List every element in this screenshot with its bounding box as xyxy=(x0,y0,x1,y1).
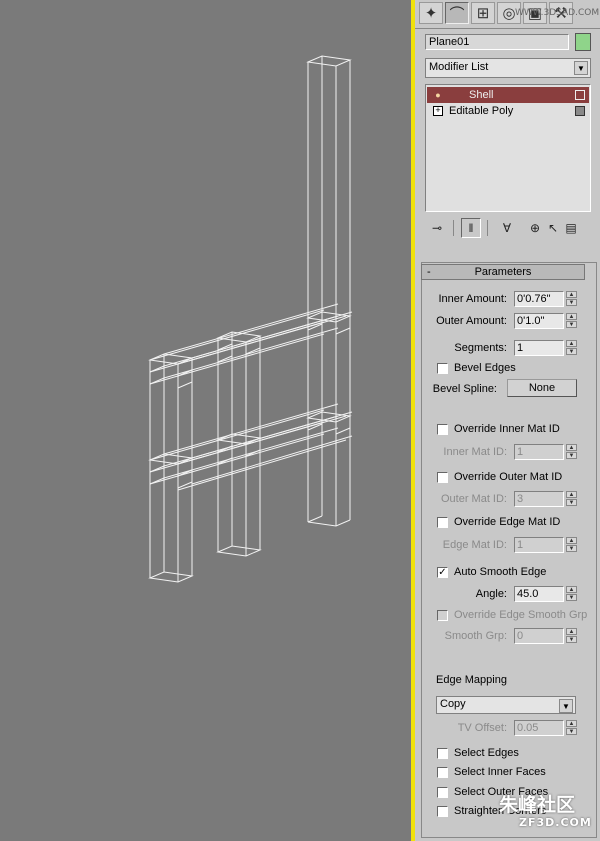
edge-mapping-dropdown[interactable]: Copy ▼ xyxy=(436,696,576,714)
chevron-down-icon: ▼ xyxy=(574,61,588,75)
edge-mat-id-label: Edge Mat ID: xyxy=(442,539,507,551)
segments-spinner[interactable]: 1 xyxy=(514,340,564,356)
create-tab-icon[interactable]: ✦ xyxy=(419,2,443,24)
stack-item-editable-poly[interactable]: + Editable Poly xyxy=(427,103,589,119)
object-name-field[interactable]: Plane01 xyxy=(425,34,569,50)
inner-mat-id-arrows[interactable]: ▲ ▼ xyxy=(566,444,577,460)
modifier-list-label: Modifier List xyxy=(429,61,489,73)
lightbulb-icon[interactable]: ● xyxy=(433,90,443,100)
inner-amount-label: Inner Amount: xyxy=(438,293,508,305)
select-outer-faces-checkbox[interactable] xyxy=(437,787,448,798)
bevel-edges-label: Bevel Edges xyxy=(454,362,516,374)
override-inner-mat-label: Override Inner Mat ID xyxy=(454,423,560,435)
override-outer-mat-label: Override Outer Mat ID xyxy=(454,471,563,483)
smooth-grp-arrows[interactable]: ▲ ▼ xyxy=(566,628,577,644)
override-inner-mat-checkbox[interactable] xyxy=(437,424,448,435)
override-edge-smooth-checkbox[interactable] xyxy=(437,610,448,621)
stack-item-label: Shell xyxy=(469,89,494,101)
show-end-result-icon[interactable]: ‖ xyxy=(461,218,481,238)
smooth-grp-spinner[interactable]: 0 xyxy=(514,628,564,644)
segments-arrows[interactable]: ▲ ▼ xyxy=(566,340,577,356)
hierarchy-tab-icon[interactable]: ⊞ xyxy=(471,2,495,24)
outer-mat-id-spinner[interactable]: 3 xyxy=(514,491,564,507)
override-outer-mat-checkbox[interactable] xyxy=(437,472,448,483)
parameters-rollout-header[interactable]: - Parameters xyxy=(421,264,585,280)
remove-modifier-icon[interactable]: ⊕ xyxy=(525,218,545,238)
wireframe-chair-model xyxy=(148,55,353,583)
straighten-corners-checkbox[interactable] xyxy=(437,806,448,817)
inner-mat-id-spinner[interactable]: 1 xyxy=(514,444,564,460)
configure-sets-icon[interactable]: ▤ xyxy=(561,218,581,238)
bevel-spline-button[interactable]: None xyxy=(507,379,577,397)
watermark-logo-text: 朱峰社区 xyxy=(499,794,576,816)
inner-mat-id-label: Inner Mat ID: xyxy=(443,446,507,458)
override-edge-smooth-label: Override Edge Smooth Grp xyxy=(454,609,588,621)
stack-item-toggle-icon[interactable] xyxy=(575,90,585,100)
select-edges-label: Select Edges xyxy=(454,747,519,759)
modify-tab-icon[interactable]: ⌒ xyxy=(445,2,469,24)
object-color-swatch[interactable] xyxy=(575,33,591,51)
edge-mapping-label: Edge Mapping xyxy=(436,674,507,686)
chevron-down-icon: ▼ xyxy=(559,699,573,713)
auto-smooth-label: Auto Smooth Edge xyxy=(454,566,547,578)
select-inner-faces-checkbox[interactable] xyxy=(437,767,448,778)
override-edge-mat-label: Override Edge Mat ID xyxy=(454,516,561,528)
edge-mapping-value: Copy xyxy=(440,698,466,710)
perspective-viewport[interactable] xyxy=(0,0,411,841)
override-edge-mat-checkbox[interactable] xyxy=(437,517,448,528)
collapse-minus-icon: - xyxy=(427,266,431,278)
angle-arrows[interactable]: ▲ ▼ xyxy=(566,586,577,602)
make-unique-icon[interactable]: ∀ xyxy=(497,218,517,238)
watermark-top: WWW.3DSAD.COM xyxy=(515,8,600,18)
outer-amount-arrows[interactable]: ▲ ▼ xyxy=(566,313,577,329)
command-panel-tabs: ✦ ⌒ ⊞ ◎ ▣ ⚒ WWW.3DSAD.COM xyxy=(415,0,600,29)
select-inner-faces-label: Select Inner Faces xyxy=(454,766,546,778)
modifier-stack[interactable]: ● Shell + Editable Poly xyxy=(425,84,591,212)
stack-toolbar: ⊸ ‖ ∀ ⊕ ↖ ▤ xyxy=(425,216,591,240)
tv-offset-spinner[interactable]: 0.05 xyxy=(514,720,564,736)
stack-item-shell[interactable]: ● Shell xyxy=(427,87,589,103)
angle-label: Angle: xyxy=(475,588,507,600)
inner-amount-spinner[interactable]: 0'0.76" xyxy=(514,291,564,307)
watermark-url: ZF3D.COM xyxy=(519,816,592,829)
cursor-icon: ↖ xyxy=(547,221,559,235)
command-panel: ✦ ⌒ ⊞ ◎ ▣ ⚒ WWW.3DSAD.COM Plane01 Modifi… xyxy=(415,0,600,841)
tv-offset-label: TV Offset: xyxy=(457,722,507,734)
rollout-title: Parameters xyxy=(474,266,532,278)
stack-item-label: Editable Poly xyxy=(449,105,514,117)
edge-mat-id-arrows[interactable]: ▲ ▼ xyxy=(566,537,577,553)
outer-amount-label: Outer Amount: xyxy=(436,315,507,327)
segments-label: Segments: xyxy=(454,342,507,354)
auto-smooth-checkbox[interactable]: ✓ xyxy=(437,567,448,578)
smooth-grp-label: Smooth Grp: xyxy=(444,630,507,642)
expand-plus-icon[interactable]: + xyxy=(433,106,443,116)
bevel-spline-label: Bevel Spline: xyxy=(432,383,497,395)
outer-mat-id-arrows[interactable]: ▲ ▼ xyxy=(566,491,577,507)
tv-offset-arrows[interactable]: ▲ ▼ xyxy=(566,720,577,736)
select-edges-checkbox[interactable] xyxy=(437,748,448,759)
edge-mat-id-spinner[interactable]: 1 xyxy=(514,537,564,553)
angle-spinner[interactable]: 45.0 xyxy=(514,586,564,602)
modifier-list-dropdown[interactable]: Modifier List ▼ xyxy=(425,58,591,78)
stack-item-toggle-icon[interactable] xyxy=(575,106,585,116)
outer-amount-spinner[interactable]: 0'1.0" xyxy=(514,313,564,329)
bevel-edges-checkbox[interactable] xyxy=(437,363,448,374)
inner-amount-arrows[interactable]: ▲ ▼ xyxy=(566,291,577,307)
pin-stack-icon[interactable]: ⊸ xyxy=(427,218,447,238)
outer-mat-id-label: Outer Mat ID: xyxy=(440,493,507,505)
